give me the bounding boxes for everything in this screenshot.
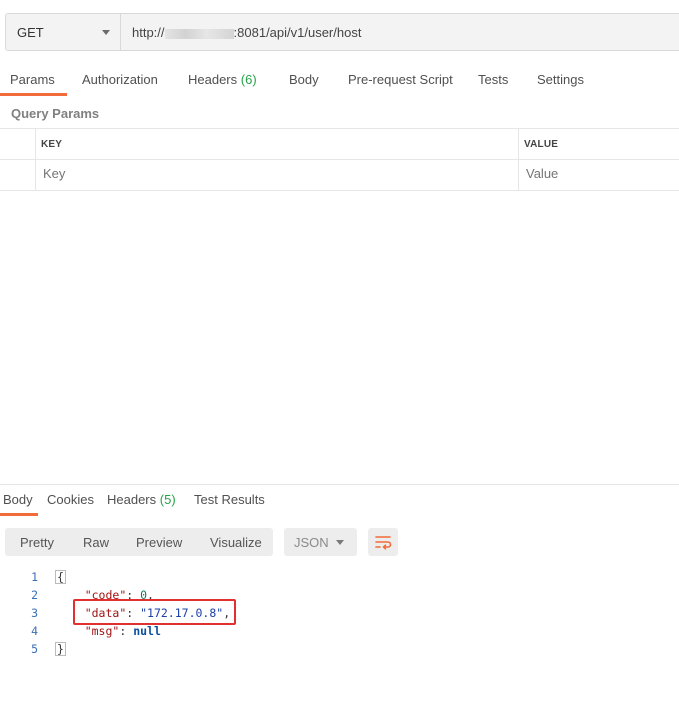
tab-label: Test Results: [194, 492, 265, 507]
tab-pre-request-script[interactable]: Pre-request Script: [348, 72, 453, 87]
tab-label: Tests: [478, 72, 509, 87]
divider: [518, 128, 519, 190]
tab-label: Headers: [107, 492, 157, 507]
tab-label: Authorization: [82, 72, 158, 87]
wrap-lines-icon: [375, 536, 392, 550]
request-tabs: Params Authorization Headers (6) Body Pr…: [0, 66, 679, 96]
url-suffix: :8081/api/v1/user/host: [233, 25, 362, 40]
tab-body[interactable]: Body: [289, 72, 319, 87]
response-tab-cookies[interactable]: Cookies: [47, 492, 94, 507]
divider: [0, 190, 679, 191]
url-input[interactable]: http:// :8081/api/v1/user/host: [132, 25, 361, 40]
line-number: 5: [31, 642, 38, 656]
tab-label: Cookies: [47, 492, 94, 507]
column-header-value: VALUE: [524, 139, 559, 150]
response-divider: [0, 484, 679, 485]
close-brace: }: [55, 642, 66, 656]
tab-authorization[interactable]: Authorization: [82, 72, 158, 87]
tab-label: Params: [10, 72, 55, 87]
preview-button[interactable]: Preview: [136, 535, 182, 550]
query-params-title: Query Params: [11, 106, 100, 121]
highlight-box: [73, 599, 236, 625]
caret-down-icon: [336, 540, 344, 545]
caret-down-icon: [102, 30, 110, 35]
param-value-input[interactable]: [526, 166, 666, 181]
tab-count-badge: (5): [159, 492, 176, 507]
url-prefix: http://: [132, 25, 165, 40]
pretty-button[interactable]: Pretty: [20, 535, 54, 550]
wrap-lines-button[interactable]: [368, 528, 398, 556]
tab-params[interactable]: Params: [10, 72, 55, 87]
response-tab-body[interactable]: Body: [3, 492, 33, 507]
divider: [35, 128, 36, 190]
raw-button[interactable]: Raw: [83, 535, 109, 550]
code-line-4: "msg": null: [84, 624, 161, 638]
open-brace: {: [55, 570, 66, 584]
request-bar: GET http:// :8081/api/v1/user/host: [5, 13, 679, 51]
line-number: 4: [31, 624, 38, 638]
divider: [0, 159, 679, 160]
json-key: "msg": [84, 624, 120, 638]
tab-label: Pre-request Script: [348, 72, 453, 87]
tab-label: Settings: [537, 72, 584, 87]
code-line-1: {: [55, 570, 66, 584]
tab-label: Body: [289, 72, 319, 87]
json-value: null: [133, 624, 161, 638]
param-key-input[interactable]: [43, 166, 503, 181]
language-label: JSON: [294, 535, 329, 550]
tab-settings[interactable]: Settings: [537, 72, 584, 87]
format-toggle-group: Pretty Raw Preview Visualize: [5, 528, 273, 556]
divider: [0, 128, 679, 129]
method-label: GET: [17, 25, 44, 40]
params-table: KEY VALUE: [0, 128, 679, 191]
column-header-key: KEY: [41, 139, 63, 150]
redacted-host: [164, 28, 234, 39]
response-tabs: Body Cookies Headers (5) Test Results: [0, 486, 679, 516]
tab-count-badge: (6): [240, 72, 257, 87]
code-line-5: }: [55, 642, 66, 656]
visualize-button[interactable]: Visualize: [210, 535, 262, 550]
line-number: 3: [31, 606, 38, 620]
response-tab-headers[interactable]: Headers (5): [107, 492, 176, 507]
method-dropdown[interactable]: GET: [6, 14, 121, 50]
response-tab-test-results[interactable]: Test Results: [194, 492, 265, 507]
active-tab-indicator: [0, 513, 38, 516]
tab-label: Headers: [188, 72, 238, 87]
active-tab-indicator: [0, 93, 67, 96]
tab-label: Body: [3, 492, 33, 507]
line-number: 2: [31, 588, 38, 602]
language-select[interactable]: JSON: [284, 528, 357, 556]
tab-headers[interactable]: Headers (6): [188, 72, 257, 87]
line-number: 1: [31, 570, 38, 584]
tab-tests[interactable]: Tests: [478, 72, 508, 87]
